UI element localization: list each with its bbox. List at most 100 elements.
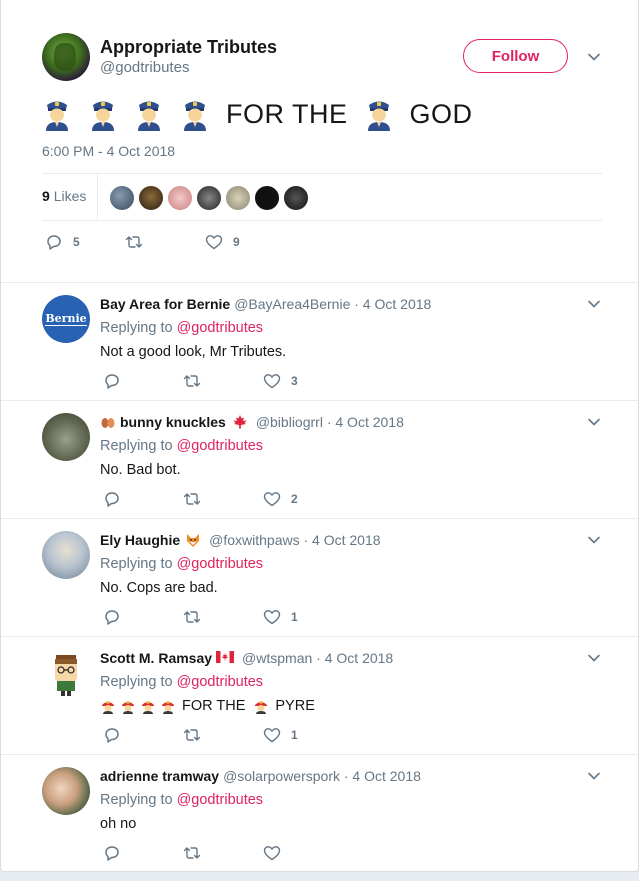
reply-tweet[interactable]: Ely Haughie @foxwithpaws · 4 Oct 2018 Re… (1, 518, 638, 636)
reply-author-name[interactable]: adrienne tramway (100, 768, 219, 784)
retweet-icon (125, 233, 143, 251)
reply-action[interactable] (103, 608, 183, 626)
reply-meta: @wtspman · 4 Oct 2018 (242, 650, 394, 666)
firefighter-emoji (160, 698, 176, 714)
retweet-action[interactable] (183, 608, 263, 626)
chevron-down-icon[interactable] (587, 50, 601, 64)
avatar[interactable] (42, 767, 90, 815)
reply-tweet[interactable]: Bernie Bay Area for Bernie @BayArea4Bern… (1, 282, 638, 400)
police-officer-emoji (364, 97, 394, 131)
maple-leaf-emoji (232, 414, 248, 430)
chevron-down-icon[interactable] (587, 769, 601, 783)
like-action[interactable]: 2 (263, 490, 298, 508)
canada-flag-emoji (216, 650, 235, 666)
reply-icon (103, 490, 121, 508)
retweet-icon (183, 844, 201, 862)
reply-header: Bay Area for Bernie @BayArea4Bernie · 4 … (100, 296, 431, 312)
liker-avatar[interactable] (138, 185, 164, 211)
like-count: 1 (291, 728, 298, 742)
liker-avatar[interactable] (283, 185, 309, 211)
like-count: 1 (291, 610, 298, 624)
mention-link[interactable]: @godtributes (177, 556, 263, 572)
fox-emoji (185, 532, 201, 548)
police-officer-emoji (180, 97, 210, 131)
like-action[interactable]: 3 (263, 372, 298, 390)
replying-to: Replying to @godtributes (100, 792, 263, 808)
reply-action[interactable] (103, 844, 183, 862)
liker-avatar[interactable] (109, 185, 135, 211)
liker-avatar[interactable] (167, 185, 193, 211)
firefighter-emoji (253, 698, 269, 714)
reply-tweet[interactable]: adrienne tramway @solarpowerspork · 4 Oc… (1, 754, 638, 871)
avatar[interactable] (42, 413, 90, 461)
like-action[interactable] (263, 844, 291, 862)
reply-text: No. Cops are bad. (100, 580, 218, 596)
reply-header: bunny knuckles @bibliogrrl · 4 Oct 2018 (100, 414, 404, 430)
reply-tweet[interactable]: Scott M. Ramsay @wtspman · 4 Oct 2018 Re… (1, 636, 638, 754)
reply-text: oh no (100, 816, 137, 832)
reply-action[interactable] (103, 490, 183, 508)
reply-author-name[interactable]: Ely Haughie (100, 532, 180, 548)
divider (97, 173, 98, 220)
replying-to: Replying to @godtributes (100, 556, 263, 572)
chevron-down-icon[interactable] (587, 651, 601, 665)
chevron-down-icon[interactable] (587, 415, 601, 429)
reply-actions: 1 (103, 608, 298, 626)
police-officer-emoji (134, 97, 164, 131)
retweet-action[interactable] (183, 844, 263, 862)
reply-tweet[interactable]: bunny knuckles @bibliogrrl · 4 Oct 2018 … (1, 400, 638, 518)
liker-avatar[interactable] (254, 185, 280, 211)
likes-label: Likes (53, 188, 87, 204)
retweet-icon (183, 726, 201, 744)
mention-link[interactable]: @godtributes (177, 792, 263, 808)
reply-actions (103, 844, 291, 862)
reply-author-name[interactable]: Bay Area for Bernie (100, 296, 230, 312)
author-handle[interactable]: @godtributes (100, 59, 189, 76)
avatar[interactable]: Bernie (42, 295, 90, 343)
reply-author-name[interactable]: Scott M. Ramsay (100, 650, 212, 666)
police-officer-emoji (42, 97, 72, 131)
avatar-logo-text: Bernie (45, 312, 87, 326)
divider (42, 220, 602, 221)
liker-avatar[interactable] (225, 185, 251, 211)
reply-actions: 3 (103, 372, 298, 390)
liker-avatar[interactable] (196, 185, 222, 211)
likes-count: 9 (42, 188, 50, 204)
like-action[interactable]: 1 (263, 726, 298, 744)
avatar[interactable] (42, 649, 90, 697)
mention-link[interactable]: @godtributes (177, 438, 263, 454)
replying-prefix: Replying to (100, 674, 173, 690)
reply-icon (103, 844, 121, 862)
reply-action[interactable]: 5 (45, 233, 125, 251)
reply-action[interactable] (103, 372, 183, 390)
reply-action[interactable] (103, 726, 183, 744)
follow-button[interactable]: Follow (463, 39, 568, 73)
heart-icon (205, 233, 223, 251)
tweet-timestamp[interactable]: 6:00 PM - 4 Oct 2018 (42, 143, 175, 159)
retweet-icon (183, 372, 201, 390)
retweet-action[interactable] (183, 490, 263, 508)
retweet-action[interactable] (125, 233, 205, 251)
reply-header: Scott M. Ramsay @wtspman · 4 Oct 2018 (100, 650, 393, 666)
reply-count: 5 (73, 235, 80, 249)
avatar[interactable] (42, 531, 90, 579)
mention-link[interactable]: @godtributes (177, 320, 263, 336)
author-name[interactable]: Appropriate Tributes (100, 37, 277, 58)
reply-author-name[interactable]: bunny knuckles (120, 414, 226, 430)
like-action[interactable]: 1 (263, 608, 298, 626)
chevron-down-icon[interactable] (587, 297, 601, 311)
like-action[interactable]: 9 (205, 233, 240, 251)
reply-meta: @bibliogrrl · 4 Oct 2018 (255, 414, 404, 430)
retweet-action[interactable] (183, 726, 263, 744)
retweet-action[interactable] (183, 372, 263, 390)
likers-avatars (109, 185, 309, 211)
replying-to: Replying to @godtributes (100, 320, 263, 336)
chevron-down-icon[interactable] (587, 533, 601, 547)
reply-actions: 2 (103, 490, 298, 508)
firefighter-emoji (140, 698, 156, 714)
likes-stat[interactable]: 9 Likes (42, 188, 86, 204)
mention-link[interactable]: @godtributes (177, 674, 263, 690)
heart-icon (263, 726, 281, 744)
author-avatar[interactable] (42, 33, 90, 81)
reply-text: FOR THE PYRE (100, 698, 315, 714)
